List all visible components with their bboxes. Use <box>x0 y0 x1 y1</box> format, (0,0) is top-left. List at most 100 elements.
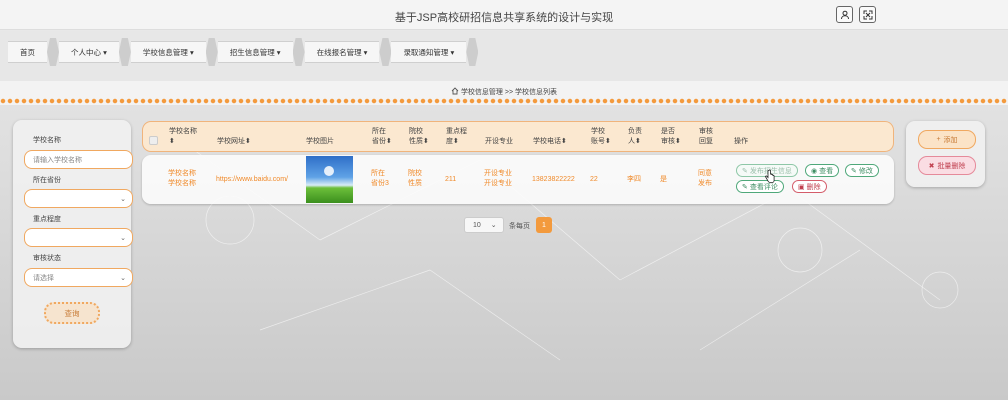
add-label: 添加 <box>943 136 958 144</box>
page-button-current[interactable]: 1 <box>536 217 552 233</box>
cell-province: 所在 省份3 <box>371 169 389 189</box>
cell-province-line2: 省份3 <box>371 180 389 187</box>
chevron-down-icon: ⌄ <box>120 195 126 203</box>
nav-item-admission-notice[interactable]: 录取通知管理 ▾ <box>391 41 467 63</box>
close-icon: ✖ <box>928 162 935 170</box>
header-nature-line1: 院校 <box>409 128 423 135</box>
header-school-name[interactable]: 学校名称 ⬍ <box>169 127 197 147</box>
province-label: 所在省份 <box>33 177 61 184</box>
cell-major-line1: 开设专业 <box>484 170 512 177</box>
review-status-select[interactable]: 请选择 ⌄ <box>24 268 133 287</box>
header-owner-line2: 人⬍ <box>628 138 641 145</box>
cell-reply-line2: 发布 <box>698 180 712 187</box>
nav-item-online-registration[interactable]: 在线报名管理 ▾ <box>304 41 380 63</box>
header-nature-line2: 性质⬍ <box>409 138 429 145</box>
nav-item-enrollment-info[interactable]: 招生信息管理 ▾ <box>217 41 293 63</box>
delete-button[interactable]: ▣ 删除 <box>792 180 827 193</box>
sort-icon: ⬍ <box>169 138 175 145</box>
table-row: 学校名称 学校名称 https://www.baidu.com/ 所在 省份3 … <box>142 155 894 204</box>
hand-cursor-icon <box>765 169 775 183</box>
batch-delete-label: 批量删除 <box>937 162 966 170</box>
header-reply-line1: 审核 <box>699 128 713 135</box>
page-size-value: 10 <box>473 221 481 229</box>
header-school-name-text: 学校名称 <box>169 128 197 135</box>
header-account-line2: 账号⬍ <box>591 138 611 145</box>
view-comments-label: 查看评论 <box>749 183 778 191</box>
add-button[interactable]: + 添加 <box>918 130 976 149</box>
edit-button[interactable]: ✎ 修改 <box>845 164 879 177</box>
header-actions: 操作 <box>734 138 748 145</box>
trash-icon: ▣ <box>798 183 805 191</box>
key-level-select[interactable]: ⌄ <box>24 228 133 247</box>
select-all-checkbox[interactable] <box>149 136 158 145</box>
action-panel: + 添加 ✖ 批量删除 <box>906 121 985 187</box>
header-school-image: 学校图片 <box>306 138 334 145</box>
header-majors: 开设专业 <box>485 138 513 145</box>
province-select[interactable]: ⌄ <box>24 189 133 208</box>
cell-school-name-line1: 学校名称 <box>168 170 196 177</box>
nav-separator <box>118 38 131 66</box>
header-owner[interactable]: 负责 人⬍ <box>628 127 642 147</box>
cell-nature-line1: 院校 <box>408 170 422 177</box>
nav-item-home[interactable]: 首页 <box>8 41 47 63</box>
nav-separator <box>205 38 218 66</box>
edit-icon: ✎ <box>742 183 748 191</box>
fullscreen-icon[interactable] <box>859 6 876 23</box>
cell-school-url[interactable]: https://www.baidu.com/ <box>216 175 288 185</box>
view-button[interactable]: ◉ 查看 <box>805 164 840 177</box>
edit-icon: ✎ <box>851 167 857 175</box>
nav-item-personal-center[interactable]: 个人中心 ▾ <box>59 41 119 63</box>
cell-account: 22 <box>590 176 598 183</box>
breadcrumb: 学校信息管理 >> 学校信息列表 <box>0 87 1008 97</box>
edit-label: 修改 <box>858 167 873 175</box>
header-reviewed-line2: 审核⬍ <box>661 138 681 145</box>
school-name-input[interactable]: 请输入学校名称 <box>24 150 133 169</box>
school-name-placeholder: 请输入学校名称 <box>33 156 82 164</box>
chevron-down-icon: ⌄ <box>490 222 497 229</box>
view-icon: ◉ <box>811 167 818 175</box>
cell-school-name: 学校名称 学校名称 <box>168 169 196 189</box>
nav-separator <box>47 38 59 66</box>
top-bar: 基于JSP高校研招信息共享系统的设计与实现 <box>0 0 1008 30</box>
decorative-dotted-divider <box>0 98 1008 105</box>
header-account[interactable]: 学校 账号⬍ <box>591 127 611 147</box>
header-province-line1: 所在 <box>372 128 386 135</box>
cell-key-level: 211 <box>445 176 457 183</box>
cell-phone: 13823822222 <box>532 176 575 183</box>
header-reviewed-line1: 是否 <box>661 128 675 135</box>
search-panel: 学校名称 请输入学校名称 所在省份 ⌄ 重点程度 ⌄ 审核状态 请选择 ⌄ 查询 <box>13 120 133 348</box>
plus-icon: + <box>936 136 941 143</box>
header-reviewed[interactable]: 是否 审核⬍ <box>661 127 681 147</box>
header-reply-line2: 回复 <box>699 138 713 145</box>
cell-province-line1: 所在 <box>371 170 385 177</box>
header-owner-line1: 负责 <box>628 128 642 135</box>
breadcrumb-text: 学校信息管理 >> 学校信息列表 <box>460 89 558 96</box>
query-button[interactable]: 查询 <box>44 302 100 324</box>
header-nature[interactable]: 院校 性质⬍ <box>409 127 429 147</box>
batch-delete-button[interactable]: ✖ 批量删除 <box>918 156 976 175</box>
user-icon[interactable] <box>836 6 853 23</box>
view-label: 查看 <box>819 167 834 175</box>
school-name-label: 学校名称 <box>33 137 61 144</box>
school-image-thumbnail[interactable] <box>306 156 353 203</box>
review-status-placeholder: 请选择 <box>33 274 54 282</box>
header-key-line1: 重点程 <box>446 128 467 135</box>
cell-owner: 李四 <box>627 176 641 183</box>
page-title: 基于JSP高校研招信息共享系统的设计与实现 <box>394 12 614 24</box>
cell-nature-line2: 性质 <box>408 180 422 187</box>
nav-item-school-info[interactable]: 学校信息管理 ▾ <box>130 41 206 63</box>
header-phone[interactable]: 学校电话⬍ <box>533 137 567 147</box>
header-key-level[interactable]: 重点程 度⬍ <box>446 127 467 147</box>
header-account-line1: 学校 <box>591 128 605 135</box>
cell-nature: 院校 性质 <box>408 169 422 189</box>
header-province-line2: 省份⬍ <box>372 138 392 145</box>
nav-separator <box>292 38 305 66</box>
header-reply: 审核 回复 <box>699 127 713 147</box>
view-comments-button[interactable]: ✎ 查看评论 <box>736 180 784 193</box>
cell-school-name-line2: 学校名称 <box>168 180 196 187</box>
header-school-url[interactable]: 学校网址⬍ <box>217 137 251 147</box>
page-size-select[interactable]: 10 ⌄ <box>464 217 504 233</box>
page-size-label: 条每页 <box>509 223 530 230</box>
header-province[interactable]: 所在 省份⬍ <box>372 127 392 147</box>
home-icon[interactable] <box>451 87 459 97</box>
